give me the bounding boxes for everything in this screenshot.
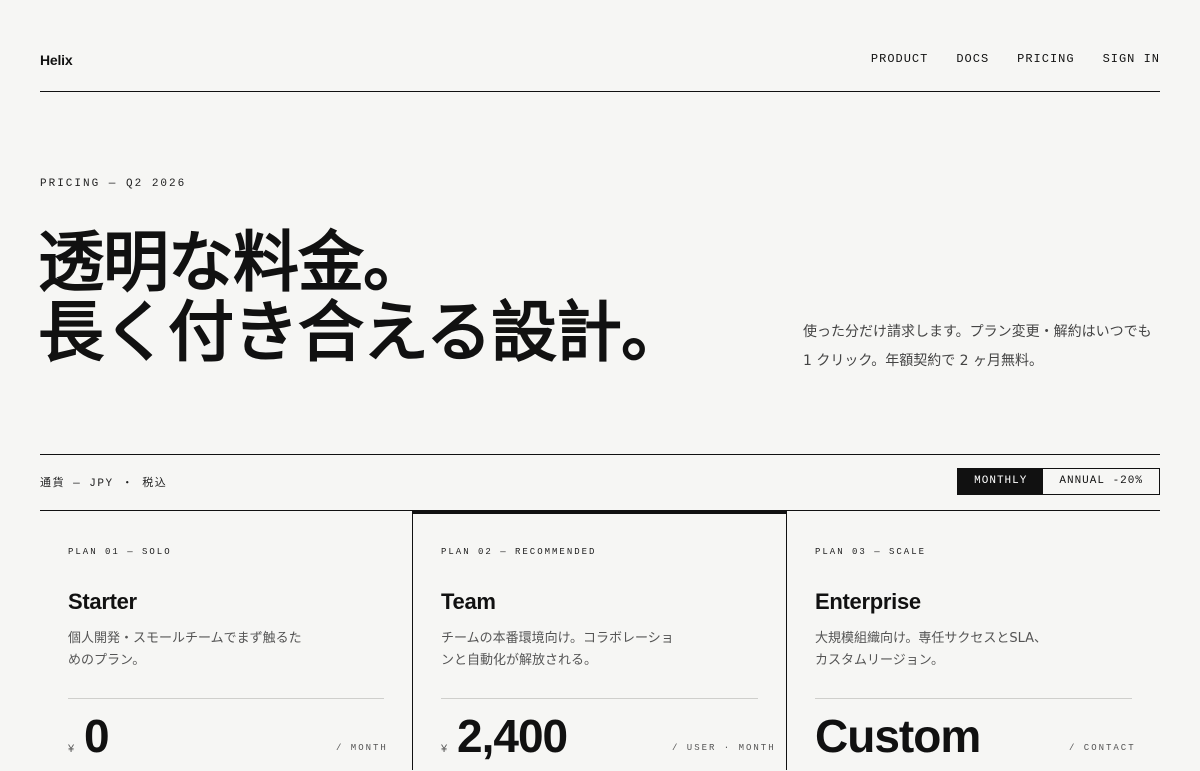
plan-label: PLAN 01 — SOLO xyxy=(68,547,172,557)
plan-label: PLAN 03 — SCALE xyxy=(815,547,927,557)
plan-label: PLAN 02 — RECOMMENDED xyxy=(441,547,597,557)
price-unit: / CONTACT xyxy=(1069,743,1136,753)
plan-divider xyxy=(441,698,758,699)
plan-card-enterprise[interactable]: PLAN 03 — SCALE Enterprise 大規模組織向け。専任サクセ… xyxy=(787,511,1160,771)
plan-description: チームの本番環境向け。コラボレーションと自動化が解放される。 xyxy=(441,631,674,668)
plan-price: 0 xyxy=(84,710,110,762)
plans-grid: PLAN 01 — SOLO Starter 個人開発・スモールチームでまず触る… xyxy=(40,510,1160,771)
plan-description: 個人開発・スモールチームでまず触るためのプラン。 xyxy=(68,631,302,668)
pricing-eyebrow: PRICING — Q2 2026 xyxy=(40,178,187,190)
currency-symbol: ¥ xyxy=(441,743,448,755)
plan-name: Starter xyxy=(68,589,137,614)
currency-label: 通貨 — JPY ・ 税込 xyxy=(40,478,168,490)
billing-monthly-option[interactable]: MONTHLY xyxy=(958,469,1044,494)
plan-card-starter[interactable]: PLAN 01 — SOLO Starter 個人開発・スモールチームでまず触る… xyxy=(40,511,412,771)
nav-product[interactable]: PRODUCT xyxy=(871,52,928,66)
billing-annual-option[interactable]: ANNUAL -20% xyxy=(1043,469,1159,494)
page-title-line-2: 長く付き合える設計。 xyxy=(38,294,687,371)
plan-price: 2,400 xyxy=(457,710,568,762)
plan-price: Custom xyxy=(815,710,981,762)
nav-sign-in[interactable]: SIGN IN xyxy=(1103,52,1160,66)
plan-card-team[interactable]: PLAN 02 — RECOMMENDED Team チームの本番環境向け。コラ… xyxy=(412,510,787,770)
header-divider xyxy=(40,91,1160,92)
logo[interactable]: Helix xyxy=(40,52,73,68)
currency-symbol: ¥ xyxy=(68,743,75,755)
plan-name: Team xyxy=(441,589,496,614)
hero-description: 使った分だけ請求します。プラン変更・解約はいつでも 1 クリック。年額契約で 2… xyxy=(803,324,1152,369)
plan-divider xyxy=(68,698,384,699)
page-title: 透明な料金。 長く付き合える設計。 xyxy=(38,224,687,371)
plan-divider xyxy=(815,698,1132,699)
price-unit: / USER · MONTH xyxy=(672,743,776,753)
top-nav: PRODUCT DOCS PRICING SIGN IN xyxy=(871,52,1160,66)
page-title-line-1: 透明な料金。 xyxy=(38,224,429,301)
nav-pricing[interactable]: PRICING xyxy=(1017,52,1074,66)
plan-name: Enterprise xyxy=(815,589,921,614)
plan-description: 大規模組織向け。専任サクセスとSLA、カスタムリージョン。 xyxy=(815,631,1048,668)
nav-docs[interactable]: DOCS xyxy=(956,52,989,66)
section-divider xyxy=(40,454,1160,455)
price-unit: / MONTH xyxy=(336,743,388,753)
billing-toggle: MONTHLY ANNUAL -20% xyxy=(957,468,1160,495)
